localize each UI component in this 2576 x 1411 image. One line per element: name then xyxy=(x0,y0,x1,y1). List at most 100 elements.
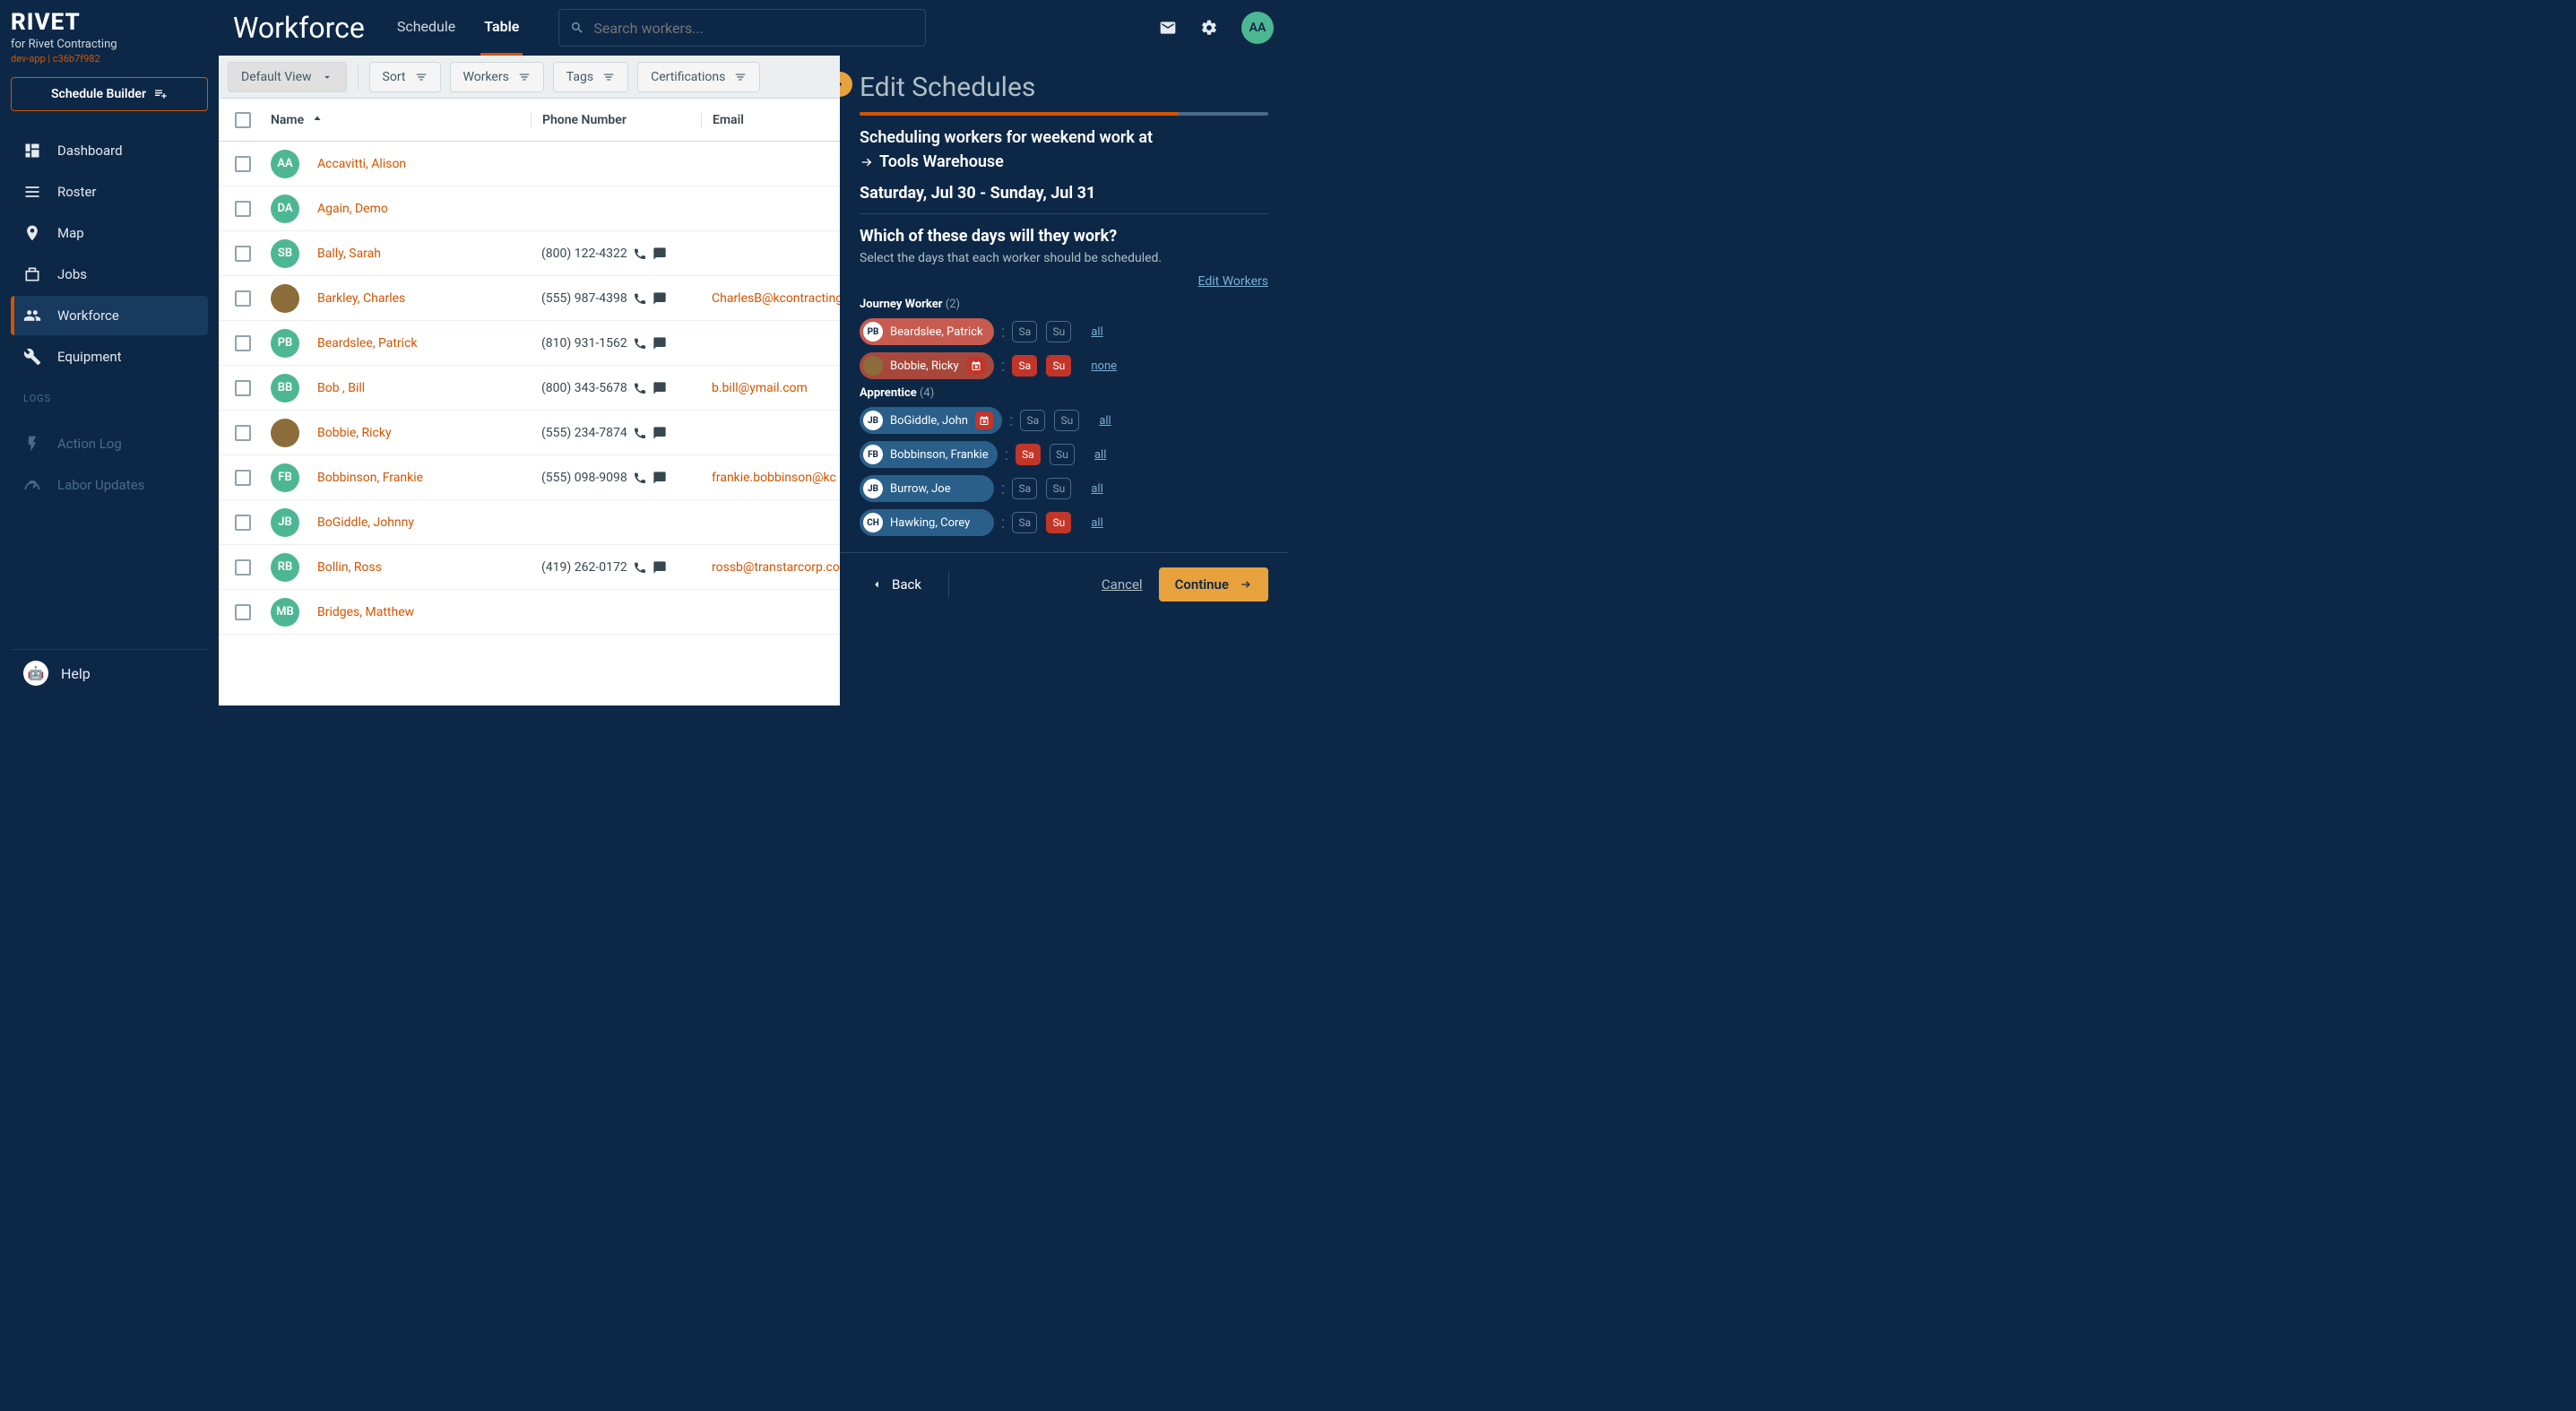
back-label: Back xyxy=(892,576,921,593)
row-checkbox[interactable] xyxy=(235,559,251,576)
phone-icon[interactable] xyxy=(633,471,647,485)
back-button[interactable]: Back xyxy=(860,569,932,600)
phone-icon[interactable] xyxy=(633,560,647,575)
search-input[interactable] xyxy=(593,20,914,37)
message-icon[interactable] xyxy=(653,247,667,261)
select-all-checkbox[interactable] xyxy=(235,112,251,128)
mail-icon[interactable] xyxy=(1159,19,1177,37)
phone-cell: (800) 122-4322 xyxy=(531,247,701,261)
worker-pill[interactable]: CHHawking, Corey xyxy=(860,509,994,536)
pill-name: Bobbinson, Frankie xyxy=(890,448,989,462)
message-icon[interactable] xyxy=(653,381,667,395)
row-checkbox[interactable] xyxy=(235,335,251,351)
message-icon[interactable] xyxy=(653,336,667,351)
message-icon[interactable] xyxy=(653,560,667,575)
select-all-link[interactable]: all xyxy=(1091,482,1102,496)
gear-icon[interactable] xyxy=(1200,19,1218,37)
view-selector[interactable]: Default View xyxy=(228,62,347,92)
filter-certifications[interactable]: Certifications xyxy=(637,62,760,92)
day-toggle-su[interactable]: Su xyxy=(1054,410,1079,431)
edit-workers-link[interactable]: Edit Workers xyxy=(860,274,1268,289)
collapse-drawer-button[interactable] xyxy=(840,72,852,97)
filter-workers[interactable]: Workers xyxy=(450,62,544,92)
worker-groups: Journey Worker (2)PBBeardslee, Patrick:S… xyxy=(860,298,1268,536)
phone-icon[interactable] xyxy=(633,291,647,306)
phone-icon[interactable] xyxy=(633,426,647,440)
worker-name: Beardslee, Patrick xyxy=(317,336,418,351)
avatar: BB xyxy=(271,374,299,403)
day-toggle-su[interactable]: Su xyxy=(1046,478,1071,499)
sidebar-item-jobs[interactable]: Jobs xyxy=(11,255,208,294)
tab-schedule[interactable]: Schedule xyxy=(393,0,459,56)
filter-icon xyxy=(518,71,531,83)
day-toggle-sa[interactable]: Sa xyxy=(1016,444,1041,465)
day-toggle-su[interactable]: Su xyxy=(1050,444,1075,465)
message-icon[interactable] xyxy=(653,471,667,485)
row-checkbox[interactable] xyxy=(235,201,251,217)
worker-pill[interactable]: Bobbie, Ricky xyxy=(860,352,994,379)
row-checkbox[interactable] xyxy=(235,515,251,531)
phone-icon[interactable] xyxy=(633,381,647,395)
row-checkbox[interactable] xyxy=(235,246,251,262)
sidebar-item-workforce[interactable]: Workforce xyxy=(11,296,208,335)
row-checkbox[interactable] xyxy=(235,290,251,307)
worker-pill[interactable]: PBBeardslee, Patrick xyxy=(860,318,994,345)
day-toggle-sa[interactable]: Sa xyxy=(1020,410,1045,431)
brand-meta: dev-app | c36b7f982 xyxy=(11,53,208,65)
sidebar-item-labor-updates[interactable]: Labor Updates xyxy=(11,465,208,505)
worker-pill[interactable]: FBBobbinson, Frankie xyxy=(860,441,998,468)
day-toggle-su[interactable]: Su xyxy=(1046,321,1071,342)
search-box[interactable] xyxy=(558,9,926,47)
phone-icon[interactable] xyxy=(633,247,647,261)
select-all-link[interactable]: all xyxy=(1091,516,1102,530)
sidebar-item-roster[interactable]: Roster xyxy=(11,172,208,212)
day-toggle-sa[interactable]: Sa xyxy=(1012,512,1037,533)
row-checkbox[interactable] xyxy=(235,380,251,396)
worker-name: Bob , Bill xyxy=(317,381,365,395)
row-checkbox[interactable] xyxy=(235,425,251,441)
header-phone[interactable]: Phone Number xyxy=(531,113,701,127)
phone-icon[interactable] xyxy=(633,336,647,351)
view-label: Default View xyxy=(241,70,312,84)
worker-name: Accavitti, Alison xyxy=(317,157,406,171)
sidebar-item-action-log[interactable]: Action Log xyxy=(11,424,208,463)
worker-name: Bobbie, Ricky xyxy=(317,426,392,440)
pill-avatar xyxy=(863,356,883,376)
help-avatar-icon: 🤖 xyxy=(23,661,48,686)
pill-name: Hawking, Corey xyxy=(890,516,970,530)
day-toggle-sa[interactable]: Sa xyxy=(1012,355,1037,377)
select-all-link[interactable]: all xyxy=(1091,325,1102,339)
help-row[interactable]: 🤖 Help xyxy=(11,649,208,697)
nav-label: Jobs xyxy=(57,266,87,282)
row-checkbox[interactable] xyxy=(235,156,251,172)
cancel-button[interactable]: Cancel xyxy=(1102,576,1143,593)
schedule-builder-button[interactable]: Schedule Builder xyxy=(11,77,208,111)
select-all-link[interactable]: all xyxy=(1099,414,1111,428)
phone-cell: (419) 262-0172 xyxy=(531,560,701,575)
sidebar-item-map[interactable]: Map xyxy=(11,213,208,253)
header-name[interactable]: Name xyxy=(271,113,531,127)
select-none-link[interactable]: none xyxy=(1091,359,1117,373)
tab-table[interactable]: Table xyxy=(480,0,523,56)
avatar xyxy=(271,419,299,447)
top-icons: AA xyxy=(1159,12,1274,44)
day-toggle-su[interactable]: Su xyxy=(1046,512,1071,533)
sidebar-item-dashboard[interactable]: Dashboard xyxy=(11,131,208,170)
filter-sort[interactable]: Sort xyxy=(369,62,441,92)
select-all-link[interactable]: all xyxy=(1094,448,1106,462)
logs-section-label: LOGS xyxy=(11,393,208,404)
arrow-right-icon xyxy=(860,155,874,169)
message-icon[interactable] xyxy=(653,426,667,440)
row-checkbox[interactable] xyxy=(235,470,251,486)
day-toggle-sa[interactable]: Sa xyxy=(1012,478,1037,499)
user-avatar[interactable]: AA xyxy=(1241,12,1274,44)
filter-tags[interactable]: Tags xyxy=(553,62,628,92)
message-icon[interactable] xyxy=(653,291,667,306)
worker-pill[interactable]: JBBurrow, Joe xyxy=(860,475,994,502)
day-toggle-sa[interactable]: Sa xyxy=(1012,321,1037,342)
continue-button[interactable]: Continue xyxy=(1159,567,1268,602)
worker-pill[interactable]: JBBoGiddle, John xyxy=(860,407,1002,434)
day-toggle-su[interactable]: Su xyxy=(1046,355,1071,377)
sidebar-item-equipment[interactable]: Equipment xyxy=(11,337,208,377)
row-checkbox[interactable] xyxy=(235,604,251,620)
